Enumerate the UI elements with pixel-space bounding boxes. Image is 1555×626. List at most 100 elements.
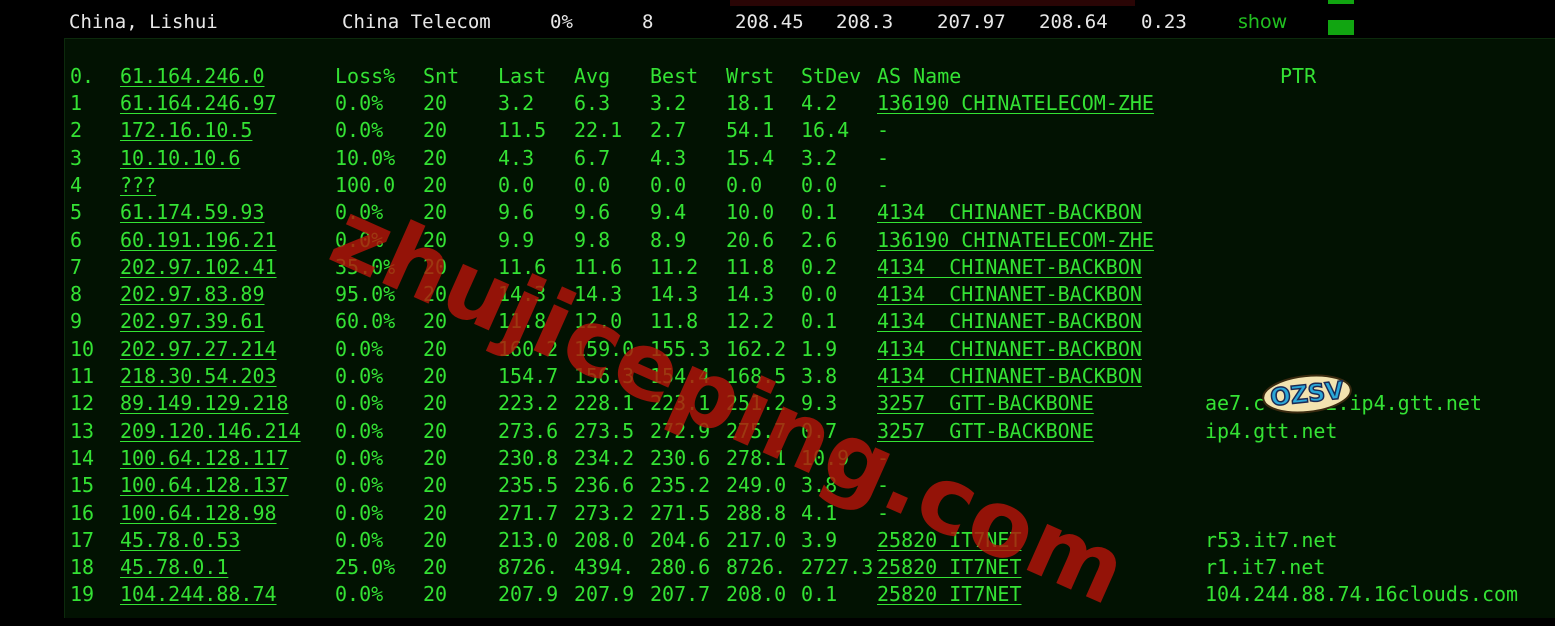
header-hop: 0.	[70, 64, 95, 88]
hop-as-link[interactable]: 4134 CHINANET-BACKBON	[877, 308, 1142, 334]
hop-host-link[interactable]: 61.164.246.97	[120, 90, 277, 116]
hop-hop: 2	[70, 118, 83, 143]
hop-snt: 20	[423, 282, 448, 307]
hop-as-link[interactable]: 4134 CHINANET-BACKBON	[877, 281, 1142, 307]
hop-best: 271.5	[650, 500, 711, 525]
hop-host-link[interactable]: 61.174.59.93	[120, 199, 265, 225]
hop-host-link[interactable]: 202.97.102.41	[120, 254, 277, 280]
hop-as-link[interactable]: 4134 CHINANET-BACKBON	[877, 363, 1142, 389]
hop-host-link[interactable]: 100.64.128.98	[120, 500, 277, 526]
hop-avg: 236.6	[574, 473, 635, 498]
hop-host-link[interactable]: 202.97.39.61	[120, 308, 265, 334]
header-host-link[interactable]: 61.164.246.0	[120, 63, 265, 89]
hop-as-link[interactable]: 136190 CHINATELECOM-ZHE	[877, 90, 1154, 116]
hop-hop: 7	[70, 254, 83, 279]
hop-host-link[interactable]: 202.97.83.89	[120, 281, 265, 307]
hop-hop: 5	[70, 200, 83, 225]
hop-wrst: 11.8	[726, 254, 775, 279]
hop-as: -	[877, 118, 890, 143]
hop-best: 204.6	[650, 527, 711, 552]
table-row: 16 100.64.128.98 0.0% 20 271.7 273.2 271.5 288.…	[65, 500, 1555, 527]
hop-hop: 17	[70, 527, 95, 552]
hop-best: 235.2	[650, 473, 711, 498]
hop-loss: 60.0%	[335, 309, 396, 334]
hop-wrst: 0.0	[726, 172, 763, 197]
hop-host-link[interactable]: 218.30.54.203	[120, 363, 277, 389]
hop-loss: 0.0%	[335, 336, 384, 361]
hop-snt: 20	[423, 200, 448, 225]
hop-as: -	[877, 145, 890, 170]
hop-wrst: 208.0	[726, 582, 787, 607]
hop-as-link[interactable]: 136190 CHINATELECOM-ZHE	[877, 227, 1154, 253]
summary-isp: China Telecom	[342, 11, 491, 33]
hop-snt: 20	[423, 309, 448, 334]
hop-best: 14.3	[650, 282, 699, 307]
hop-stdev: 16.4	[801, 118, 850, 143]
header-snt: Snt	[423, 64, 460, 88]
hop-as-link[interactable]: 3257 GTT-BACKBONE	[877, 418, 1094, 444]
hop-loss: 0.0%	[335, 200, 384, 225]
hop-last: 11.5	[498, 118, 547, 143]
hop-hop: 10	[70, 336, 95, 361]
hop-as-link[interactable]: 4134 CHINANET-BACKBON	[877, 199, 1142, 225]
table-row: 4??? 100.0 20 0.0 0.0 0.0 0.0 0.0 -	[65, 172, 1555, 199]
hop-host-link[interactable]: 202.97.27.214	[120, 336, 277, 362]
hop-avg: 22.1	[574, 118, 623, 143]
hop-loss: 35.0%	[335, 254, 396, 279]
hop-hop: 3	[70, 145, 83, 170]
hop-avg: 11.6	[574, 254, 623, 279]
summary-worst: 208.64	[1039, 11, 1108, 33]
hop-as-link[interactable]: 25820 IT7NET	[877, 527, 1022, 553]
hop-best: 11.2	[650, 254, 699, 279]
hop-host-link[interactable]: 100.64.128.137	[120, 472, 289, 498]
table-row: 14 100.64.128.117 0.0% 20 230.8 234.2 230.6 278…	[65, 445, 1555, 472]
summary-last: 208.45	[735, 11, 804, 33]
hop-stdev: 4.2	[801, 91, 838, 115]
hop-loss: 0.0%	[335, 118, 384, 143]
hop-host-link[interactable]: 10.10.10.6	[120, 145, 240, 171]
hop-ptr: r53.it7.net	[1205, 527, 1338, 552]
hop-as-link[interactable]: 4134 CHINANET-BACKBON	[877, 336, 1142, 362]
hop-host-link[interactable]: 209.120.146.214	[120, 418, 301, 444]
table-row: 3 10.10.10.6 10.0% 20 4.3 6.7 4.3 15.4 3.2 -	[65, 145, 1555, 172]
hop-wrst: 275.7	[726, 418, 787, 443]
summary-location: China, Lishui	[69, 11, 218, 33]
hop-loss: 0.0%	[335, 527, 384, 552]
table-row: 7 202.97.102.41 35.0% 20 11.6 11.6 11.2 11.8 0.2…	[65, 254, 1555, 281]
hop-host-link[interactable]: 45.78.0.53	[120, 527, 240, 553]
table-row: 11 218.30.54.203 0.0% 20 154.7 156.3 154.4 168.…	[65, 363, 1555, 390]
hop-avg: 234.2	[574, 445, 635, 470]
hop-last: 4.3	[498, 145, 535, 170]
hop-snt: 20	[423, 527, 448, 552]
hop-as-link[interactable]: 4134 CHINANET-BACKBON	[877, 254, 1142, 280]
summary-stdev: 0.23	[1141, 11, 1187, 33]
hop-host-link[interactable]: 100.64.128.117	[120, 445, 289, 471]
hop-host-link[interactable]: 104.244.88.74	[120, 581, 277, 607]
hop-stdev: 0.2	[801, 254, 838, 279]
hop-host-link[interactable]: ???	[120, 172, 156, 198]
hop-avg: 273.2	[574, 500, 635, 525]
hop-host-link[interactable]: 60.191.196.21	[120, 227, 277, 253]
hop-stdev: 3.9	[801, 527, 838, 552]
table-row: 15 100.64.128.137 0.0% 20 235.5 236.6 235.2 249…	[65, 472, 1555, 499]
hop-as-link[interactable]: 25820 IT7NET	[877, 554, 1022, 580]
hop-wrst: 162.2	[726, 336, 787, 361]
hop-avg: 208.0	[574, 527, 635, 552]
show-link[interactable]: show	[1238, 10, 1287, 34]
table-row: 2 172.16.10.5 0.0% 20 11.5 22.1 2.7 54.1 16.4 -	[65, 117, 1555, 144]
hop-loss: 0.0%	[335, 418, 384, 443]
hop-as-link[interactable]: 25820 IT7NET	[877, 581, 1022, 607]
hop-wrst: 288.8	[726, 500, 787, 525]
hop-avg: 6.7	[574, 145, 611, 170]
hop-stdev: 0.1	[801, 582, 838, 607]
hop-host-link[interactable]: 89.149.129.218	[120, 390, 289, 416]
hop-avg: 207.9	[574, 582, 635, 607]
hop-loss: 25.0%	[335, 555, 396, 580]
hop-host-link[interactable]: 45.78.0.1	[120, 554, 228, 580]
table-row: 19 104.244.88.74 0.0% 20 207.9 207.9 207.7 208.…	[65, 581, 1555, 608]
hop-last: 271.7	[498, 500, 559, 525]
hop-host-link[interactable]: 172.16.10.5	[120, 117, 252, 143]
hop-as-link[interactable]: 3257 GTT-BACKBONE	[877, 390, 1094, 416]
header-last: Last	[498, 64, 547, 88]
hop-wrst: 251.2	[726, 391, 787, 416]
